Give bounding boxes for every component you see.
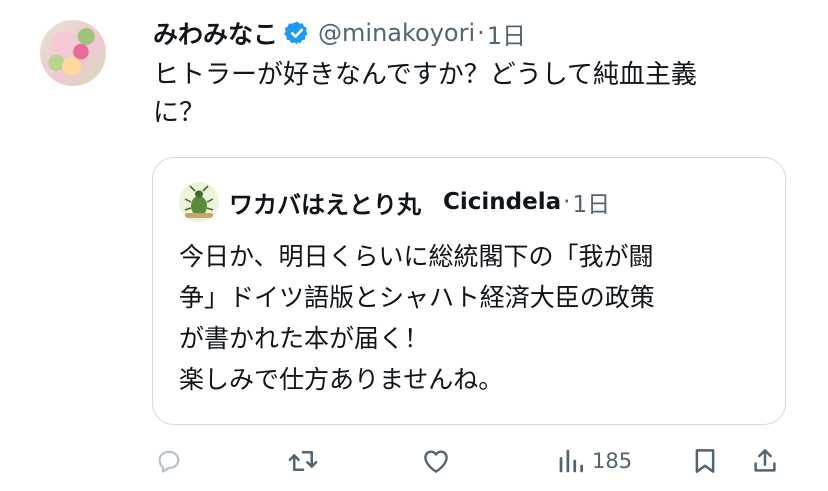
tweet-header: みわみなこ @minakoyori · 1日 xyxy=(153,14,526,52)
verified-badge-icon xyxy=(284,20,310,46)
analytics-icon xyxy=(559,449,583,473)
quoted-header: ワカバはえとり丸 Cicindela · 1日 xyxy=(229,184,610,220)
quoted-tweet[interactable]: ワカバはえとり丸 Cicindela · 1日 今日か、明日くらいに総統閣下の「… xyxy=(152,157,786,425)
action-bar: 185 xyxy=(0,442,828,484)
repost-button[interactable] xyxy=(286,446,320,476)
author-name[interactable]: みわみなこ xyxy=(153,15,278,51)
quoted-author-handle: Cicindela xyxy=(443,189,562,215)
like-button[interactable] xyxy=(420,446,452,476)
share-icon xyxy=(754,449,776,472)
quoted-separator-dot: · xyxy=(563,189,571,215)
bookmark-icon xyxy=(695,449,715,473)
share-button[interactable] xyxy=(750,446,780,476)
quoted-author-avatar xyxy=(179,182,219,222)
tweet-time[interactable]: 1日 xyxy=(487,16,526,51)
views-count: 185 xyxy=(592,449,633,473)
beetle-icon xyxy=(179,182,219,222)
author-handle[interactable]: @minakoyori xyxy=(318,19,475,47)
heart-icon xyxy=(424,450,448,473)
views-button[interactable]: 185 xyxy=(556,446,632,476)
quoted-tweet-time: 1日 xyxy=(572,192,611,218)
reply-icon xyxy=(158,450,180,473)
quoted-tweet-text: 今日か、明日くらいに総統閣下の「我が闘 争」ドイツ語版とシャハト経済大臣の政策 … xyxy=(179,242,655,394)
repost-icon xyxy=(288,451,318,471)
author-avatar[interactable] xyxy=(40,20,106,86)
quoted-author-name: ワカバはえとり丸 xyxy=(229,190,421,219)
bookmark-button[interactable] xyxy=(690,446,720,476)
reply-button[interactable] xyxy=(154,446,184,476)
tweet-text: ヒトラーが好きなんですか？どうして純血主義 に？ xyxy=(153,60,697,128)
separator-dot: · xyxy=(477,19,485,47)
